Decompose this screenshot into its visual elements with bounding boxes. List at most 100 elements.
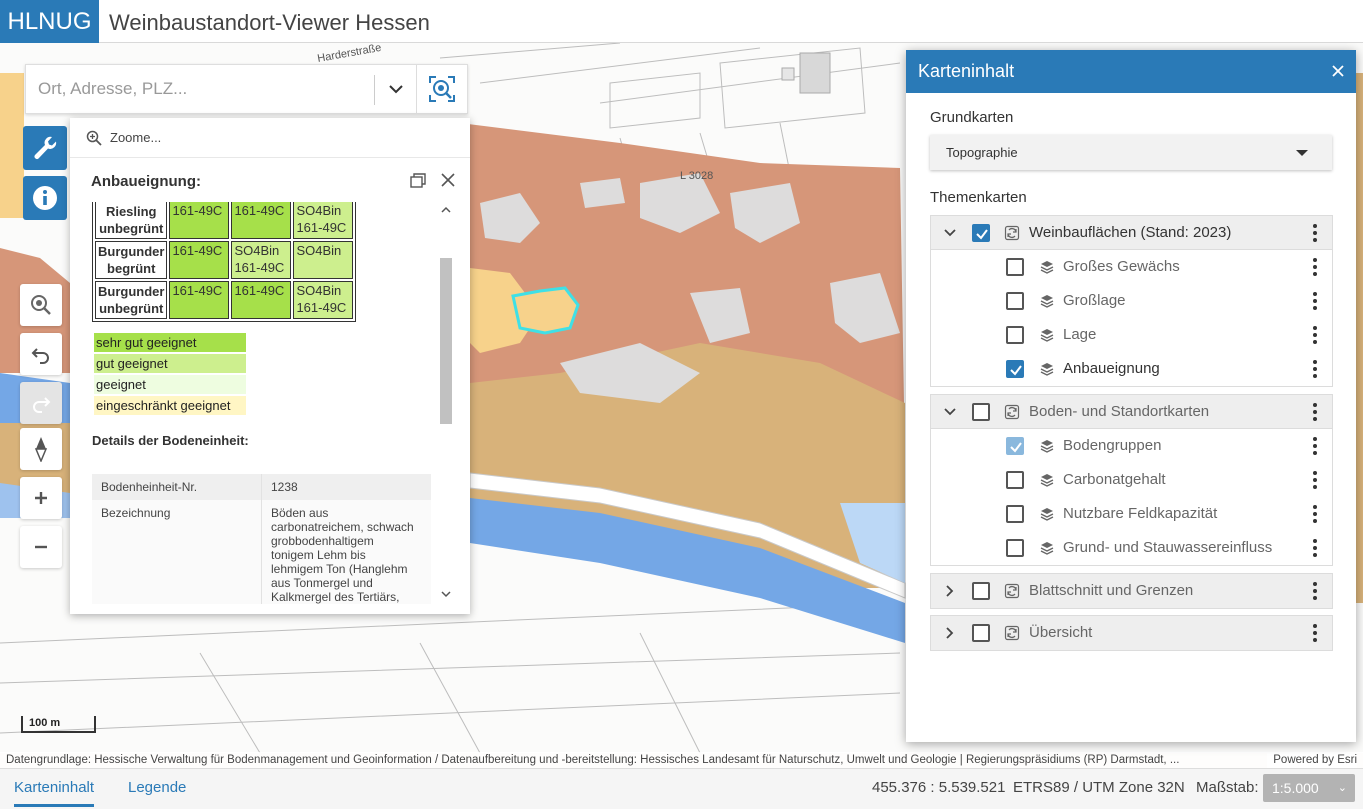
- layer-row[interactable]: Großlage: [931, 284, 1332, 318]
- layer-options-button[interactable]: [1313, 258, 1317, 276]
- layer-options-button[interactable]: [1313, 505, 1317, 523]
- tools-button[interactable]: [23, 126, 67, 170]
- popup-content[interactable]: Riesling unbegrünt 161-49C 161-49C SO4Bin 161…: [70, 202, 454, 604]
- compass-icon: [34, 437, 48, 462]
- group-options-button[interactable]: [1313, 624, 1317, 642]
- detail-key: Bodenheinheit-Nr.: [101, 480, 198, 494]
- layer-group-header[interactable]: Blattschnitt und Grenzen: [931, 574, 1332, 608]
- popup-scrollbar[interactable]: [438, 202, 454, 602]
- basemap-select[interactable]: Topographie: [930, 135, 1332, 170]
- layer-options-button[interactable]: [1313, 471, 1317, 489]
- popup-zoom-label: Zoome...: [110, 130, 162, 145]
- layer-row[interactable]: Lage: [931, 318, 1332, 352]
- layer-checkbox[interactable]: [1006, 258, 1024, 276]
- zoom-out-button[interactable]: [20, 526, 62, 568]
- group-options-button[interactable]: [1313, 403, 1317, 421]
- group-layer-icon: [1004, 404, 1020, 420]
- zoom-in-icon: [86, 130, 102, 146]
- layer-row[interactable]: Großes Gewächs: [931, 250, 1332, 284]
- layer-group-header[interactable]: Weinbauflächen (Stand: 2023): [931, 216, 1332, 250]
- locate-button[interactable]: [424, 71, 460, 107]
- info-button[interactable]: [23, 176, 67, 220]
- table-row: Burgunder begrünt 161-49C SO4Bin 161-49C SO4B…: [95, 241, 354, 279]
- layer-checkbox[interactable]: [1006, 292, 1024, 310]
- rootstock-label: 161-49C: [172, 243, 223, 258]
- scale-select[interactable]: 1:5.000 ⌄: [1263, 774, 1355, 802]
- chevron-down-icon[interactable]: [943, 405, 957, 419]
- group-checkbox[interactable]: [972, 403, 990, 421]
- layer-checkbox[interactable]: [1006, 326, 1024, 344]
- layer-row[interactable]: Bodengruppen: [931, 429, 1332, 463]
- group-layer-icon: [1004, 625, 1020, 641]
- layer-options-button[interactable]: [1313, 292, 1317, 310]
- layer-group: Übersicht: [930, 615, 1333, 651]
- layer-row[interactable]: Nutzbare Feldkapazität: [931, 497, 1332, 531]
- detail-value-line: grobbodenhaltigem: [271, 534, 374, 548]
- zoom-to-location-button[interactable]: [20, 284, 62, 326]
- layer-options-button[interactable]: [1313, 437, 1317, 455]
- dock-icon[interactable]: [409, 172, 427, 190]
- scroll-up-icon[interactable]: [438, 204, 454, 216]
- scrollbar-thumb[interactable]: [440, 258, 452, 424]
- rootstock-label: SO4Bin: [296, 243, 342, 258]
- search-source-dropdown[interactable]: [378, 65, 414, 113]
- close-icon[interactable]: [1330, 63, 1346, 79]
- rootstock-label: 161-49C: [234, 260, 285, 275]
- group-checkbox[interactable]: [972, 624, 990, 642]
- caret-down-icon: [1296, 150, 1308, 156]
- layer-group-header[interactable]: Boden- und Standortkarten: [931, 395, 1332, 429]
- layer-row[interactable]: Carbonatgehalt: [931, 463, 1332, 497]
- layer-checkbox[interactable]: [1006, 539, 1024, 557]
- redo-button[interactable]: [20, 382, 62, 424]
- layer-panel: Karteninhalt Grundkarten Topographie The…: [906, 50, 1356, 742]
- detail-key: Bezeichnung: [101, 506, 171, 520]
- row-header-line: Riesling: [105, 204, 157, 219]
- layer-row[interactable]: Anbaueignung: [931, 352, 1332, 386]
- chevron-right-icon[interactable]: [943, 584, 957, 598]
- suitability-cell: SO4Bin 161-49C: [293, 202, 354, 239]
- layer-group: Weinbauflächen (Stand: 2023) Großes Gewäc…: [930, 215, 1333, 387]
- chevron-right-icon[interactable]: [943, 626, 957, 640]
- compass-button[interactable]: [20, 428, 62, 470]
- group-checkbox[interactable]: [972, 582, 990, 600]
- search-input[interactable]: [26, 65, 374, 113]
- undo-button[interactable]: [20, 333, 62, 375]
- suitability-cell: 161-49C: [169, 202, 230, 239]
- layer-group-header[interactable]: Übersicht: [931, 616, 1332, 650]
- rootstock-label: 161-49C: [172, 203, 223, 218]
- zoom-in-button[interactable]: [20, 477, 62, 519]
- layer-row[interactable]: Grund- und Stauwassereinfluss: [931, 531, 1332, 565]
- layer-checkbox[interactable]: [1006, 505, 1024, 523]
- row-header-line: Burgunder: [98, 284, 165, 299]
- layer-checkbox[interactable]: [1006, 471, 1024, 489]
- layers-icon: [1039, 472, 1055, 488]
- app-header: HLNUG Weinbaustandort-Viewer Hessen: [0, 0, 1363, 43]
- layer-options-button[interactable]: [1313, 360, 1317, 378]
- tab-karteninhalt[interactable]: Karteninhalt: [14, 769, 95, 807]
- group-options-button[interactable]: [1313, 582, 1317, 600]
- detail-divider: [261, 474, 262, 500]
- group-options-button[interactable]: [1313, 224, 1317, 242]
- popup-zoom-action[interactable]: Zoome...: [70, 118, 470, 158]
- tab-legende[interactable]: Legende: [128, 769, 186, 807]
- detail-row-bez: Bezeichnung Böden aus carbonatreichem, sc…: [92, 500, 431, 604]
- search-bar: [25, 64, 468, 114]
- layer-checkbox[interactable]: [1006, 437, 1024, 455]
- chevron-down-icon[interactable]: [943, 226, 957, 240]
- scroll-down-icon[interactable]: [438, 588, 454, 600]
- layer-name: Großes Gewächs: [1063, 258, 1180, 275]
- layer-options-button[interactable]: [1313, 326, 1317, 344]
- hlnug-logo[interactable]: HLNUG: [0, 0, 99, 43]
- crs-label[interactable]: ETRS89 / UTM Zone 32N: [1013, 769, 1185, 807]
- layer-options-button[interactable]: [1313, 539, 1317, 557]
- group-checkbox[interactable]: [972, 224, 990, 242]
- layer-group: Boden- und Standortkarten Bodengruppen Car…: [930, 394, 1333, 566]
- layer-checkbox[interactable]: [1006, 360, 1024, 378]
- search-divider-2: [416, 65, 417, 113]
- close-icon[interactable]: [439, 171, 457, 189]
- suitability-table: Riesling unbegrünt 161-49C 161-49C SO4Bin 161…: [92, 202, 357, 322]
- row-header-line: unbegrünt: [99, 221, 164, 236]
- powered-by-link[interactable]: Powered by Esri: [1267, 752, 1357, 768]
- rootstock-label: 161-49C: [234, 283, 285, 298]
- rootstock-label: 161-49C: [296, 300, 347, 315]
